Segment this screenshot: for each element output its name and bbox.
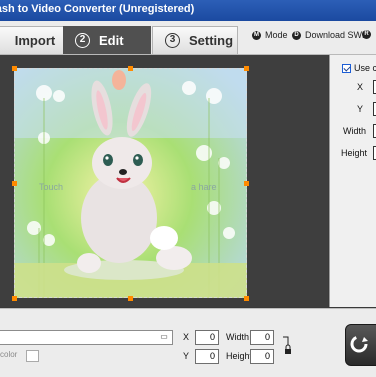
crop-handle-top[interactable]: [128, 66, 133, 71]
crop-handle-bottom[interactable]: [128, 296, 133, 301]
crop-height-label: Height: [341, 148, 368, 158]
crop-handle-left[interactable]: [12, 181, 17, 186]
image-path-input[interactable]: [0, 330, 173, 345]
size-height-input[interactable]: 0: [250, 349, 274, 364]
lock-aspect-icon[interactable]: [283, 336, 292, 358]
tab-edit-label: Edit: [99, 32, 124, 48]
crop-y-label: Y: [357, 104, 364, 114]
position-x-label: X: [183, 332, 190, 342]
crop-handle-bottom-right[interactable]: [244, 296, 249, 301]
tab-import-label: Import: [14, 33, 56, 48]
use-crop-label: Use cro: [354, 63, 376, 73]
convert-icon: [350, 335, 368, 353]
tab-import[interactable]: Import: [0, 26, 64, 54]
crop-settings-panel: Use cro X Y Width Height: [329, 55, 376, 307]
more-link[interactable]: R: [362, 30, 375, 39]
tab-edit[interactable]: 2 Edit: [63, 26, 151, 54]
mode-icon: M: [252, 30, 261, 40]
crop-width-label: Width: [343, 126, 367, 136]
window-title: Flash to Video Converter (Unregistered): [0, 3, 195, 15]
crop-handle-top-left[interactable]: [12, 66, 17, 71]
crop-handle-right[interactable]: [244, 181, 249, 186]
bottom-toolbar: ▭ color X 0 Width 0 Y 0 Height 0: [0, 308, 376, 377]
size-width-input[interactable]: 0: [250, 330, 274, 345]
step-2-icon: 2: [75, 32, 90, 48]
tab-setting[interactable]: 3 Setting: [152, 26, 238, 54]
size-width-label: Width: [226, 332, 250, 342]
size-height-label: Height: [226, 351, 253, 361]
crop-selection-frame[interactable]: [14, 68, 247, 298]
position-x-input[interactable]: 0: [195, 330, 219, 345]
position-y-input[interactable]: 0: [195, 349, 219, 364]
mode-link[interactable]: M Mode: [252, 30, 288, 40]
mode-label: Mode: [265, 30, 288, 40]
tab-setting-label: Setting: [189, 33, 234, 48]
crop-handle-top-right[interactable]: [244, 66, 249, 71]
bgcolor-swatch[interactable]: [26, 350, 39, 362]
browse-folder-icon[interactable]: ▭: [158, 332, 170, 342]
window-titlebar: Flash to Video Converter (Unregistered): [0, 0, 376, 21]
register-icon: R: [362, 30, 371, 39]
download-swf-label: Download SWF: [305, 30, 368, 40]
crop-handle-bottom-left[interactable]: [12, 296, 17, 301]
step-tabs-bar: Import 2 Edit 3 Setting M Mode D Downloa…: [0, 21, 376, 55]
use-crop-checkbox[interactable]: [342, 64, 351, 73]
step-3-icon: 3: [165, 33, 180, 48]
download-icon: D: [292, 30, 301, 40]
crop-x-label: X: [357, 82, 364, 92]
position-y-label: Y: [183, 351, 190, 361]
bgcolor-label: color: [0, 350, 18, 359]
download-swf-link[interactable]: D Download SWF: [292, 30, 368, 40]
convert-button[interactable]: [345, 324, 376, 366]
